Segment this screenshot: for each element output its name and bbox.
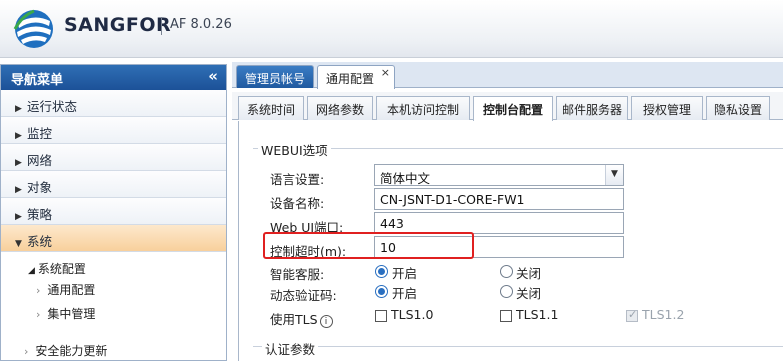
brand-divider [161, 17, 162, 35]
nav-item-policy[interactable]: ▶ 策略 [1, 198, 226, 225]
tls12-checkbox [626, 308, 638, 322]
nav-item-label: 安全能力更新 [35, 344, 108, 358]
nav-item-system[interactable]: ▼ 系统 [1, 225, 226, 252]
dynamic-code-on-label: 开启 [392, 286, 418, 301]
app-header: SANGFOR AF 8.0.26 [0, 0, 783, 58]
timeout-highlight-box [263, 232, 474, 259]
nav-item-monitor[interactable]: ▶ 监控 [1, 117, 226, 144]
sangfor-logo-icon [13, 9, 53, 48]
tree-leaf-icon: › [36, 308, 41, 321]
auth-params-title: 认证参数 [262, 339, 319, 358]
device-name-field[interactable]: CN-JSNT-D1-CORE-FW1 [374, 188, 624, 210]
tab-system-time[interactable]: 系统时间 [238, 96, 304, 120]
nav-item-label: 对象 [27, 180, 53, 195]
nav-menu-title: 导航菜单 [11, 73, 64, 88]
collapse-sidebar-icon[interactable]: « [208, 67, 218, 85]
nav-item-label: 系统 [27, 234, 53, 249]
webui-options-title: WEBUI选项 [258, 140, 331, 159]
dynamic-code-off-radio[interactable] [500, 285, 513, 298]
expand-arrow-icon: ▶ [15, 212, 22, 222]
nav-leaf-central-management[interactable]: › 集中管理 [36, 305, 95, 322]
nav-item-run-status[interactable]: ▶ 运行状态 [1, 90, 226, 117]
nav-item-label: 运行状态 [27, 99, 78, 114]
dynamic-code-off-label: 关闭 [516, 286, 542, 301]
smart-cs-on-radio[interactable] [375, 265, 388, 278]
language-select[interactable]: 简体中文 ▼ [374, 164, 624, 186]
version-label: AF 8.0.26 [170, 17, 232, 32]
tab-admin-account[interactable]: 管理员帐号 [236, 65, 314, 88]
nav-menu-header: 导航菜单 « [1, 65, 226, 90]
nav-group-system-config[interactable]: ◢ 系统配置 [28, 260, 86, 277]
nav-item-label: 监控 [27, 126, 53, 141]
page-tab-strip: 管理员帐号 通用配置 × [232, 62, 783, 89]
nav-leaf-label: 通用配置 [47, 283, 96, 297]
tls11-label: TLS1.1 [516, 307, 559, 322]
nav-item-label: 网络 [27, 153, 53, 168]
smart-cs-off-radio[interactable] [500, 265, 513, 278]
settings-tab-strip: 系统时间 网络参数 本机访问控制 控制台配置 邮件服务器 授权管理 隐私设置 [232, 92, 783, 121]
smart-cs-off-label: 关闭 [516, 266, 542, 281]
tab-privacy-settings[interactable]: 隐私设置 [706, 96, 770, 120]
tree-leaf-icon: › [36, 284, 41, 297]
tab-local-access-control[interactable]: 本机访问控制 [376, 96, 470, 120]
expand-arrow-icon: ▶ [15, 131, 22, 141]
tls-label-text: 使用TLS [270, 312, 318, 327]
tab-network-params[interactable]: 网络参数 [307, 96, 373, 120]
language-label: 语言设置: [270, 172, 325, 187]
tab-mail-server[interactable]: 邮件服务器 [556, 96, 628, 120]
close-tab-icon[interactable]: × [381, 66, 390, 79]
collapse-arrow-icon: ▼ [15, 239, 22, 249]
nav-item-network[interactable]: ▶ 网络 [1, 144, 226, 171]
smart-cs-label: 智能客服: [270, 267, 325, 282]
nav-sidebar: 导航菜单 « ▶ 运行状态 ▶ 监控 ▶ 网络 ▶ 对象 ▶ 策略 ▼ 系统 [0, 64, 227, 361]
dynamic-code-label: 动态验证码: [270, 288, 337, 303]
nav-group-label: 系统配置 [37, 262, 86, 276]
tab-general-config[interactable]: 通用配置 × [317, 65, 395, 89]
dynamic-code-on-radio[interactable] [375, 285, 388, 298]
smart-cs-on-label: 开启 [392, 266, 418, 281]
tab-license-management[interactable]: 授权管理 [631, 96, 703, 120]
device-name-label: 设备名称: [270, 196, 325, 211]
chevron-down-icon[interactable]: ▼ [605, 165, 623, 185]
expand-arrow-icon: ▶ [15, 104, 22, 114]
tab-label: 通用配置 [326, 72, 375, 86]
webui-port-field[interactable]: 443 [374, 212, 624, 234]
expand-arrow-icon: ▶ [15, 158, 22, 168]
nav-item-security-update[interactable]: › 安全能力更新 [24, 342, 107, 359]
info-icon[interactable]: i [319, 315, 333, 328]
brand-name: SANGFOR [64, 14, 172, 36]
nav-leaf-general-config[interactable]: › 通用配置 [36, 281, 95, 298]
nav-leaf-label: 集中管理 [47, 307, 96, 321]
nav-item-label: 策略 [27, 207, 53, 222]
tab-console-config[interactable]: 控制台配置 [473, 96, 553, 121]
nav-item-objects[interactable]: ▶ 对象 [1, 171, 226, 198]
language-value: 简体中文 [380, 171, 431, 186]
tls-label: 使用TLS i [270, 309, 333, 328]
tab-label: 管理员帐号 [245, 72, 306, 86]
tls10-checkbox[interactable] [375, 310, 387, 322]
tls12-label: TLS1.2 [642, 307, 685, 322]
tree-expand-icon: ◢ [28, 266, 35, 276]
tls10-label: TLS1.0 [391, 307, 434, 322]
expand-arrow-icon: ▶ [15, 185, 22, 195]
tree-leaf-icon: › [24, 345, 29, 358]
auth-params-group [253, 346, 783, 347]
tls11-checkbox[interactable] [500, 310, 512, 322]
